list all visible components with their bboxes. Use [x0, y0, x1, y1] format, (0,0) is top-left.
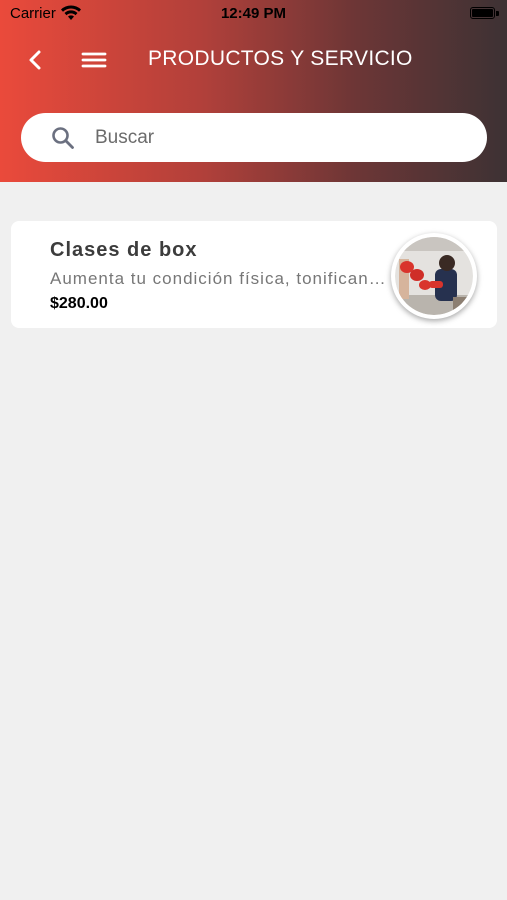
battery-icon [470, 7, 495, 19]
battery-tip [496, 11, 499, 16]
search-bar[interactable] [21, 113, 487, 162]
search-icon [52, 127, 74, 149]
search-input[interactable] [95, 113, 465, 162]
product-photo [391, 233, 477, 319]
status-bar: Carrier 12:49 PM [0, 0, 507, 28]
product-price: $280.00 [50, 295, 108, 312]
clock: 12:49 PM [220, 5, 287, 22]
boxing-photo-image [395, 237, 473, 315]
page-title: PRODUCTOS Y SERVICIO [148, 47, 413, 70]
product-description: Aumenta tu condición física, tonificando… [50, 269, 390, 288]
header: Carrier 12:49 PM PRODUCTOS Y SERVICIO [0, 0, 507, 182]
back-button[interactable] [22, 45, 50, 75]
product-card[interactable]: Clases de box Aumenta tu condición físic… [11, 221, 497, 328]
product-title: Clases de box [50, 239, 198, 261]
menu-button[interactable] [80, 47, 108, 73]
